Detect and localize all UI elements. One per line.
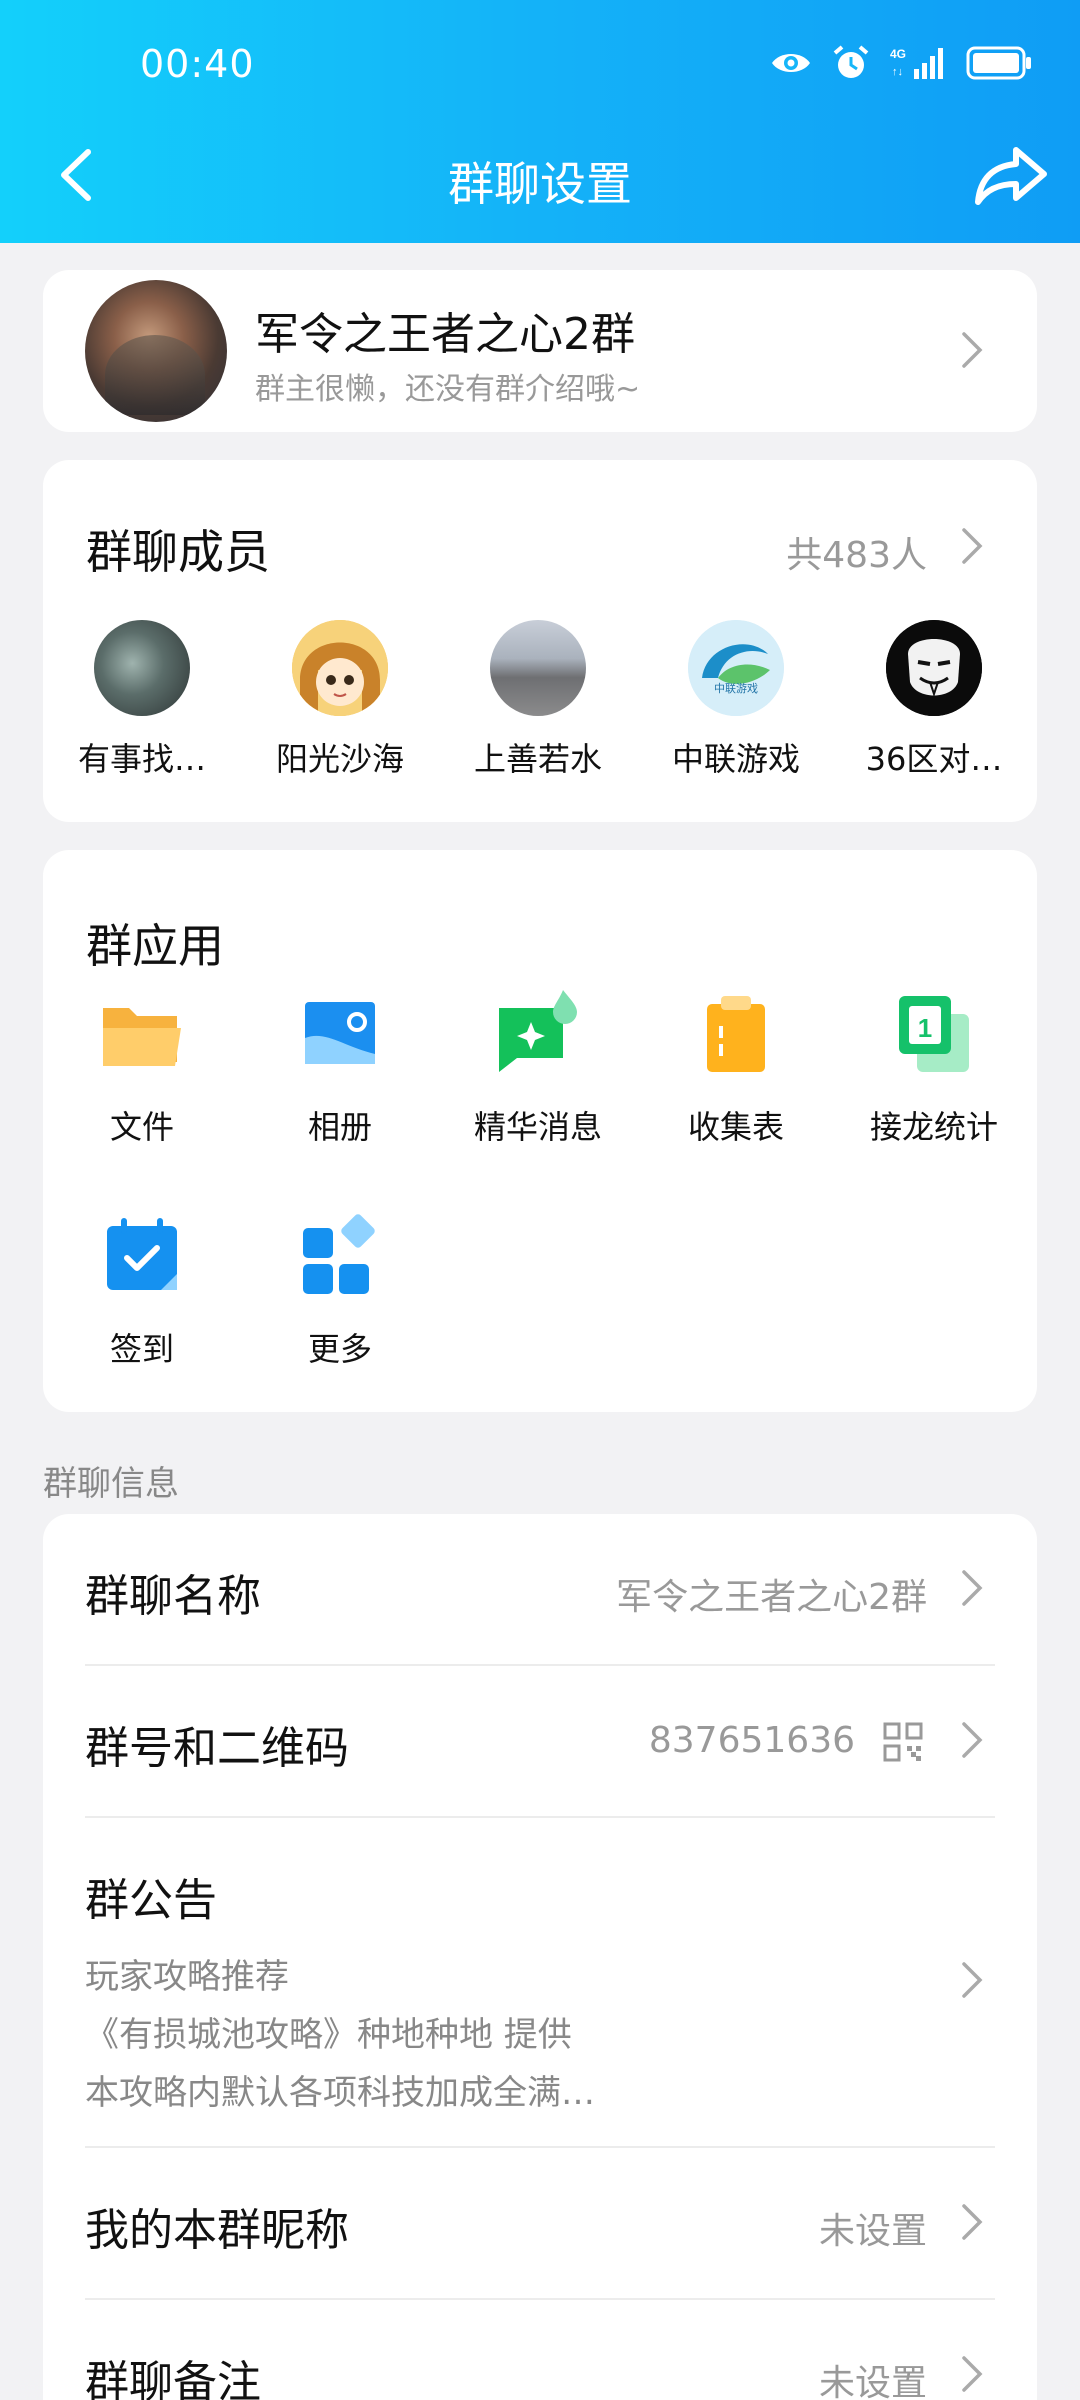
row-value: 未设置	[818, 2363, 927, 2400]
group-description: 群主很懒，还没有群介绍哦~	[255, 372, 641, 407]
clipboard-icon	[707, 996, 765, 1072]
chevron-right-icon	[962, 2356, 983, 2392]
member-count: 共483人	[786, 535, 927, 576]
app-essence[interactable]: 精华消息	[439, 990, 637, 1148]
member-list: 有事找… 阳光沙海 上善若水 中联游戏 中联游戏 36区对…	[43, 620, 1037, 780]
group-name: 军令之王者之心2群	[255, 309, 635, 360]
member-name: 上善若水	[473, 740, 602, 778]
members-title: 群聊成员	[86, 525, 270, 579]
more-apps-icon	[303, 1214, 375, 1294]
notice-line: 本攻略内默认各项科技加成全满…	[85, 2073, 595, 2113]
app-file[interactable]: 文件	[43, 990, 241, 1148]
battery-icon	[966, 46, 1031, 80]
row-group-notice[interactable]: 群公告 玩家攻略推荐 《有损城池攻略》种地种地 提供 本攻略内默认各项科技加成全…	[43, 1818, 1037, 2144]
member-item[interactable]: 阳光沙海	[241, 620, 439, 780]
app-relay[interactable]: 1 接龙统计	[835, 990, 1033, 1148]
app-label: 接龙统计	[869, 1108, 998, 1146]
relay-icon: 1	[899, 996, 969, 1072]
row-value: 未设置	[818, 2211, 927, 2252]
row-group-remark[interactable]: 群聊备注 未设置	[43, 2300, 1037, 2400]
chevron-right-icon	[962, 1962, 983, 1998]
row-label: 群聊备注	[85, 2357, 261, 2400]
app-label: 精华消息	[473, 1108, 602, 1146]
app-label: 文件	[109, 1108, 174, 1146]
qr-code-icon	[883, 1722, 923, 1762]
notice-line: 《有损城池攻略》种地种地 提供	[85, 2015, 572, 2055]
group-info-card: 群聊名称 军令之王者之心2群 群号和二维码 837651636 群公告 玩家攻略…	[43, 1514, 1037, 2400]
chevron-right-icon	[962, 332, 983, 368]
app-more[interactable]: 更多	[241, 1212, 439, 1370]
svg-text:↑↓: ↑↓	[892, 66, 903, 78]
signal-icon: 4G ↑↓	[890, 47, 943, 79]
svg-text:4G: 4G	[890, 47, 906, 61]
notice-line: 玩家攻略推荐	[85, 1957, 289, 1997]
app-collect[interactable]: 收集表	[637, 990, 835, 1148]
member-item[interactable]: 中联游戏 中联游戏	[637, 620, 835, 780]
members-card[interactable]: 群聊成员 共483人 有事找… 阳光沙海 上善若水 中联游戏 中联游戏 36区对…	[43, 460, 1037, 822]
member-name: 中联游戏	[671, 740, 800, 778]
app-label: 更多	[307, 1330, 372, 1368]
row-label: 群号和二维码	[85, 1723, 349, 1774]
share-button[interactable]	[970, 140, 1050, 210]
chevron-right-icon	[962, 528, 983, 564]
page-title: 群聊设置	[448, 157, 632, 211]
member-avatar	[94, 620, 190, 716]
app-label: 签到	[109, 1330, 174, 1368]
svg-text:1: 1	[918, 1013, 932, 1043]
svg-text:中联游戏: 中联游戏	[714, 682, 758, 695]
member-item[interactable]: 有事找…	[43, 620, 241, 780]
header-bar: 00:40 4G ↑↓ 群聊设置	[0, 0, 1080, 243]
member-avatar	[490, 620, 586, 716]
group-profile-card[interactable]: 军令之王者之心2群 群主很懒，还没有群介绍哦~	[43, 270, 1037, 432]
app-label: 相册	[307, 1108, 372, 1146]
member-name: 阳光沙海	[275, 740, 404, 778]
apps-title: 群应用	[86, 919, 224, 973]
group-number-value: 837651636	[648, 1720, 855, 1761]
chevron-right-icon	[962, 2204, 983, 2240]
member-item[interactable]: 上善若水	[439, 620, 637, 780]
row-group-number[interactable]: 群号和二维码 837651636	[43, 1666, 1037, 1816]
alarm-icon	[833, 45, 869, 78]
row-my-nickname[interactable]: 我的本群昵称 未设置	[43, 2148, 1037, 2298]
chevron-right-icon	[962, 1722, 983, 1758]
album-icon	[305, 1002, 375, 1064]
member-name: 有事找…	[77, 740, 206, 778]
row-group-name[interactable]: 群聊名称 军令之王者之心2群	[43, 1514, 1037, 1664]
row-label: 我的本群昵称	[85, 2205, 349, 2256]
group-apps-card: 群应用 文件 相册 精华消息 收集表 1 接龙统计 签到 更多	[43, 850, 1037, 1412]
chevron-right-icon	[962, 1570, 983, 1606]
app-album[interactable]: 相册	[241, 990, 439, 1148]
folder-icon	[103, 1008, 181, 1066]
row-value: 军令之王者之心2群	[616, 1577, 927, 1618]
row-label: 群聊名称	[85, 1571, 261, 1622]
essence-message-icon	[499, 990, 577, 1072]
group-avatar	[85, 280, 227, 422]
info-section-label: 群聊信息	[43, 1464, 179, 1504]
member-avatar	[886, 620, 982, 716]
calendar-check-icon	[107, 1218, 177, 1290]
row-label: 群公告	[85, 1875, 217, 1926]
notice-preview: 玩家攻略推荐 《有损城池攻略》种地种地 提供 本攻略内默认各项科技加成全满…	[85, 1948, 595, 2122]
app-label: 收集表	[687, 1108, 784, 1146]
app-checkin[interactable]: 签到	[43, 1212, 241, 1370]
status-icons: 4G ↑↓	[770, 44, 1032, 82]
member-avatar	[292, 620, 388, 716]
member-name: 36区对…	[865, 740, 1003, 778]
member-avatar: 中联游戏	[688, 620, 784, 716]
member-item[interactable]: 36区对…	[835, 620, 1033, 780]
eye-icon	[772, 54, 810, 72]
status-time: 00:40	[140, 42, 255, 86]
